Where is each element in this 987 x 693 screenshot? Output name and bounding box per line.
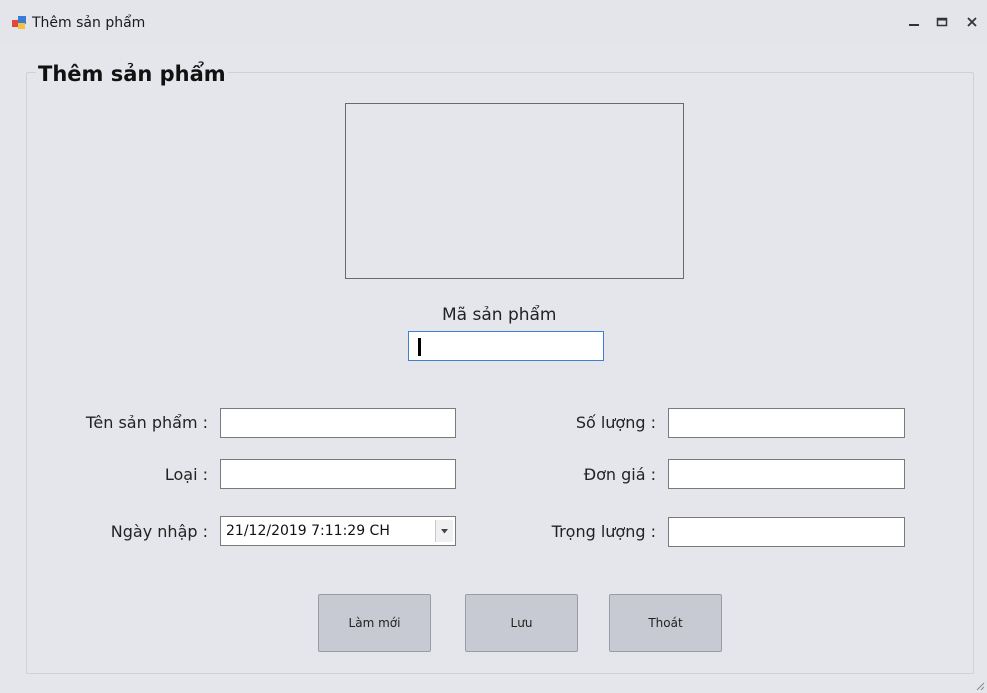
quantity-label: Số lượng :: [575, 413, 656, 432]
minimize-button[interactable]: [903, 10, 925, 34]
maximize-button[interactable]: [931, 10, 953, 34]
window-title: Thêm sản phẩm: [32, 15, 146, 31]
category-label: Loại :: [164, 465, 208, 484]
minimize-icon: [909, 24, 919, 26]
title-bar[interactable]: Thêm sản phẩm: [0, 0, 987, 44]
maximize-icon: [936, 17, 948, 27]
form-icon: [12, 16, 26, 29]
import-date-label: Ngày nhập :: [110, 522, 208, 541]
close-button[interactable]: [961, 10, 983, 34]
product-code-label: Mã sản phẩm: [442, 305, 557, 325]
close-icon: [967, 17, 977, 27]
resize-grip-icon[interactable]: [973, 679, 985, 691]
app-window: Thêm sản phẩm Thêm sản phẩm Mã sản phẩm …: [0, 0, 987, 693]
weight-label: Trọng lượng :: [551, 522, 656, 541]
group-title: Thêm sản phẩm: [36, 60, 228, 88]
unit-price-input[interactable]: [668, 459, 905, 489]
chevron-down-icon: [441, 528, 448, 533]
dropdown-button[interactable]: [435, 520, 453, 542]
product-image-box[interactable]: [345, 103, 684, 279]
text-caret: [418, 338, 421, 356]
category-input[interactable]: [220, 459, 456, 489]
weight-input[interactable]: [668, 517, 905, 547]
product-code-input[interactable]: [408, 331, 604, 361]
product-name-input[interactable]: [220, 408, 456, 438]
exit-button[interactable]: Thoát: [609, 594, 722, 652]
quantity-input[interactable]: [668, 408, 905, 438]
import-date-value: 21/12/2019 7:11:29 CH: [226, 523, 390, 539]
refresh-button[interactable]: Làm mới: [318, 594, 431, 652]
product-name-label: Tên sản phẩm :: [85, 413, 208, 432]
unit-price-label: Đơn giá :: [583, 465, 656, 484]
import-date-picker[interactable]: 21/12/2019 7:11:29 CH: [220, 516, 456, 546]
save-button[interactable]: Lưu: [465, 594, 578, 652]
